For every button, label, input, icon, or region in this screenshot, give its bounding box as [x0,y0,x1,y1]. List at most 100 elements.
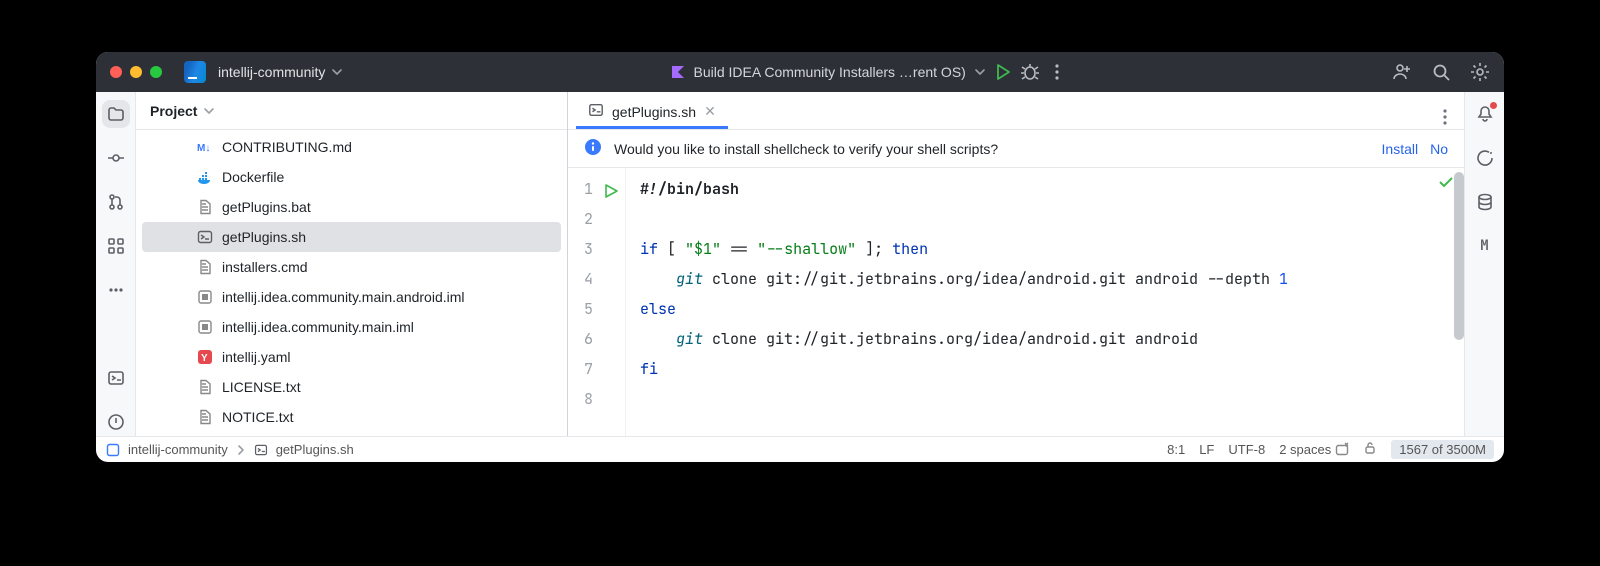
gutter: 12345678 [568,168,626,436]
file-encoding[interactable]: UTF-8 [1228,442,1265,457]
pull-requests-tool-button[interactable] [102,188,130,216]
file-icon [196,408,214,426]
indent-icon [1335,443,1349,457]
tree-file[interactable]: intellij.idea.community.main.android.iml [136,282,567,312]
editor-tab-label: getPlugins.sh [612,104,696,120]
notifications-tool-button[interactable] [1471,100,1499,128]
breadcrumb-root: intellij-community [128,442,228,457]
tree-file[interactable]: NOTICE.txt [136,402,567,432]
terminal-icon [107,369,125,387]
file-name: CONTRIBUTING.md [222,139,352,155]
file-icon [196,168,214,186]
code-line[interactable] [640,204,1464,234]
no-action[interactable]: No [1430,141,1448,157]
commit-icon [107,149,125,167]
close-window-button[interactable] [110,66,122,78]
window-controls [110,66,162,78]
module-icon [106,443,120,457]
right-tool-stripe: M [1464,92,1504,436]
tree-file[interactable]: getPlugins.sh [142,222,561,252]
problems-tool-button[interactable] [102,408,130,436]
terminal-icon [254,443,268,457]
ai-icon [1476,149,1494,167]
code-line[interactable]: #!/bin/bash [640,174,1464,204]
close-tab-button[interactable]: ✕ [704,103,716,120]
file-icon [196,258,214,276]
terminal-icon [588,102,604,121]
more-tools-button[interactable] [102,276,130,304]
indent-widget[interactable]: 2 spaces [1279,442,1349,457]
code-line[interactable]: git clone git://git.jetbrains.org/idea/a… [640,324,1464,354]
maven-icon: M [1480,237,1488,255]
project-panel-header[interactable]: Project [136,92,567,130]
terminal-tool-button[interactable] [102,364,130,392]
line-separator[interactable]: LF [1199,442,1214,457]
more-actions-button[interactable] [1048,63,1066,81]
code-with-me-button[interactable] [1392,62,1412,82]
tree-file[interactable]: Yintellij.yaml [136,342,567,372]
readonly-toggle[interactable] [1363,441,1377,458]
tree-file[interactable]: intellij.idea.community.main.iml [136,312,567,342]
info-icon [584,138,602,159]
code-line[interactable]: else [640,294,1464,324]
pull-request-icon [107,193,125,211]
structure-tool-button[interactable] [102,232,130,260]
status-bar: intellij-community getPlugins.sh 8:1 LF … [96,436,1504,462]
lock-open-icon [1363,441,1377,455]
titlebar: intellij-community Build IDEA Community … [96,52,1504,92]
maximize-window-button[interactable] [150,66,162,78]
svg-text:Y: Y [201,353,208,364]
warning-icon [107,413,125,431]
ai-assistant-tool-button[interactable] [1471,144,1499,172]
search-everywhere-button[interactable] [1432,63,1450,81]
tree-file[interactable]: installers.cmd [136,252,567,282]
database-icon [1476,193,1494,211]
debug-button[interactable] [1020,62,1040,82]
breadcrumb[interactable]: intellij-community getPlugins.sh [106,442,354,457]
structure-icon [107,237,125,255]
code-line[interactable] [640,384,1464,414]
tree-file[interactable]: getPlugins.bat [136,192,567,222]
memory-indicator[interactable]: 1567 of 3500M [1391,440,1494,459]
code-content[interactable]: #!/bin/bash if [ "$1" == "--shallow" ]; … [626,168,1464,436]
run-gutter-icon[interactable] [604,178,618,208]
database-tool-button[interactable] [1471,188,1499,216]
chevron-down-icon [974,66,986,78]
inspection-ok-icon[interactable] [1438,174,1454,193]
code-line[interactable]: fi [640,354,1464,384]
chevron-down-icon [203,105,215,117]
project-tool-button[interactable] [102,100,130,128]
chevron-right-icon [236,445,246,455]
code-editor[interactable]: 12345678 #!/bin/bash if [ "$1" == "--sha… [568,168,1464,436]
file-name: intellij.idea.community.main.iml [222,319,414,335]
file-icon [196,378,214,396]
run-button[interactable] [994,63,1012,81]
tab-more-button[interactable] [1436,108,1454,129]
file-name: getPlugins.sh [222,229,306,245]
tree-file[interactable]: LICENSE.txt [136,372,567,402]
settings-button[interactable] [1470,62,1490,82]
project-tree[interactable]: M↓CONTRIBUTING.mdDockerfile getPlugins.ba… [136,130,567,436]
code-line[interactable]: if [ "$1" == "--shallow" ]; then [640,234,1464,264]
editor-tab[interactable]: getPlugins.sh ✕ [576,97,728,129]
intellij-logo-icon [184,61,206,83]
editor-scrollbar[interactable] [1454,172,1464,340]
editor-notification-bar: Would you like to install shellcheck to … [568,130,1464,168]
ide-window: intellij-community Build IDEA Community … [96,52,1504,462]
minimize-window-button[interactable] [130,66,142,78]
file-name: getPlugins.bat [222,199,311,215]
file-icon: Y [196,348,214,366]
project-dropdown[interactable]: intellij-community [218,64,343,80]
code-line[interactable]: git clone git://git.jetbrains.org/idea/a… [640,264,1464,294]
tree-file[interactable]: Dockerfile [136,162,567,192]
file-name: NOTICE.txt [222,409,294,425]
notification-dot [1490,102,1497,109]
maven-tool-button[interactable]: M [1471,232,1499,260]
caret-position[interactable]: 8:1 [1167,442,1185,457]
run-config-selector[interactable]: Build IDEA Community Installers …rent OS… [670,64,986,80]
tree-file[interactable]: M↓CONTRIBUTING.md [136,132,567,162]
file-icon [196,288,214,306]
install-action[interactable]: Install [1382,141,1419,157]
commit-tool-button[interactable] [102,144,130,172]
left-tool-stripe [96,92,136,436]
